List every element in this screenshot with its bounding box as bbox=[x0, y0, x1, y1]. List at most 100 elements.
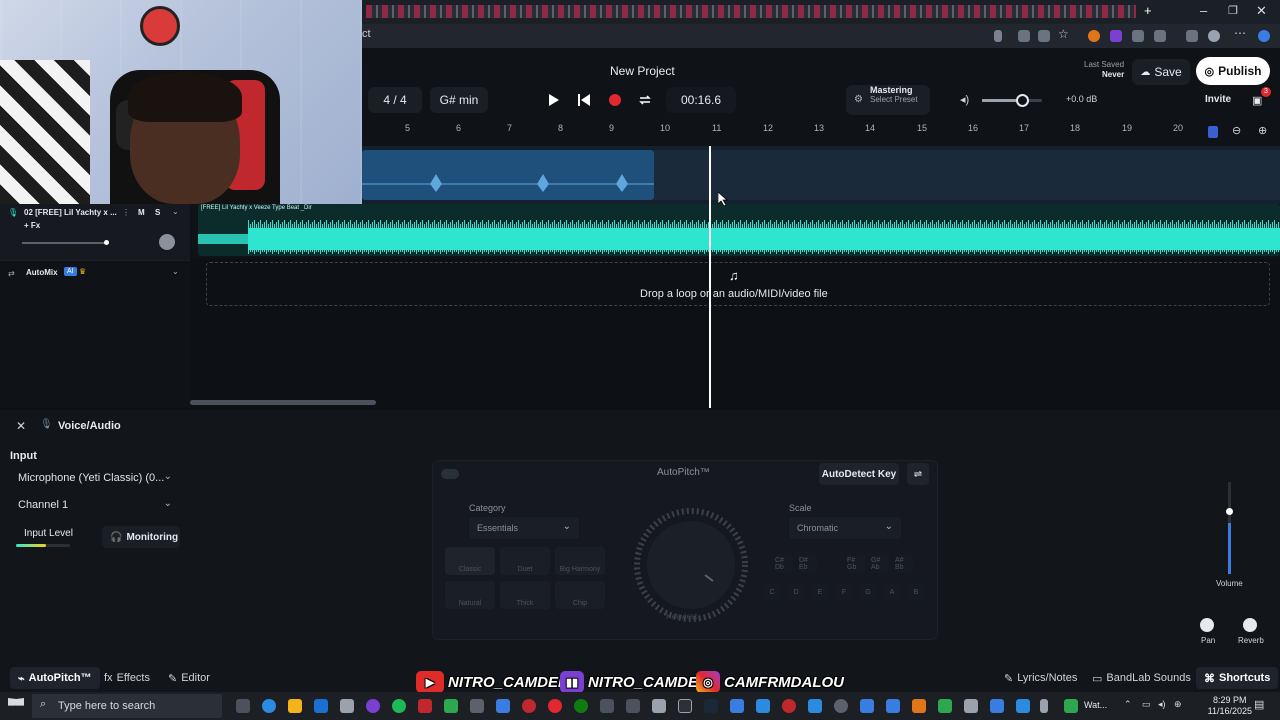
timeline-ruler[interactable]: 5 6 7 8 9 10 11 12 13 14 15 16 17 18 19 … bbox=[362, 120, 1280, 146]
zoom-out-icon[interactable]: ⊖ bbox=[1232, 124, 1241, 137]
maximize-icon[interactable]: ❐ bbox=[1228, 4, 1238, 17]
speaker-icon[interactable]: ◂) bbox=[960, 93, 969, 106]
edge-icon[interactable] bbox=[262, 699, 276, 713]
app-icon[interactable] bbox=[756, 699, 770, 713]
app-icon[interactable] bbox=[834, 699, 848, 713]
more-menu-icon[interactable]: ⋯ bbox=[1234, 26, 1246, 40]
audio-clip[interactable]: [FREE] Lil Yachty x Veeze Type Beat _Dir bbox=[198, 204, 1280, 256]
effect-preset-chip[interactable]: Chip bbox=[555, 581, 605, 609]
tab-shortcuts[interactable]: ⌘ Shortcuts bbox=[1196, 667, 1279, 689]
tab-effects[interactable]: fx Effects bbox=[96, 667, 158, 689]
effect-preset-duet[interactable]: Duet bbox=[500, 547, 550, 575]
star-icon[interactable]: ☆ bbox=[1058, 27, 1070, 41]
chevron-up-icon[interactable]: ⌃ bbox=[1124, 699, 1132, 710]
spotify-icon[interactable] bbox=[392, 699, 406, 713]
app-icon[interactable] bbox=[1016, 699, 1030, 713]
profile-avatar[interactable] bbox=[1208, 30, 1220, 42]
scale-key[interactable]: A bbox=[883, 583, 901, 601]
taskbar-clock[interactable]: 8:29 PM 11/16/2025 bbox=[1208, 695, 1252, 717]
file-explorer-icon[interactable] bbox=[288, 699, 302, 713]
network-icon[interactable]: ▭ bbox=[1142, 699, 1151, 710]
project-title[interactable]: New Project bbox=[610, 64, 675, 78]
playhead[interactable] bbox=[709, 146, 711, 408]
scale-select[interactable]: Chromatic ⌄ bbox=[789, 517, 901, 539]
add-fx-button[interactable]: + Fx bbox=[24, 221, 40, 230]
whatsapp-icon[interactable] bbox=[1064, 699, 1078, 713]
browser-address-bar[interactable]: ct ☆ ⋯ bbox=[362, 24, 1280, 48]
app-icon[interactable] bbox=[1040, 699, 1048, 713]
zoom-in-icon[interactable]: ⊕ bbox=[1258, 124, 1267, 137]
effect-preset-thick[interactable]: Thick bbox=[500, 581, 550, 609]
scale-key[interactable]: F bbox=[835, 583, 853, 601]
scale-key[interactable]: G bbox=[859, 583, 877, 601]
mic-icon[interactable] bbox=[994, 30, 1002, 42]
extension-icon[interactable] bbox=[1132, 30, 1144, 42]
effect-preset-big-harmony[interactable]: Big Harmony bbox=[555, 547, 605, 575]
scale-key[interactable]: E bbox=[811, 583, 829, 601]
browser-tab-strip[interactable]: + – ❐ ✕ bbox=[362, 0, 1280, 24]
strength-knob[interactable] bbox=[633, 507, 749, 623]
notification-center-icon[interactable]: ▤ bbox=[1254, 698, 1264, 711]
scale-key[interactable]: C bbox=[763, 583, 781, 601]
autopitch-toggle[interactable] bbox=[441, 469, 459, 479]
play-icon[interactable] bbox=[546, 91, 562, 109]
active-app-label[interactable]: Wat... bbox=[1084, 700, 1107, 710]
app-icon[interactable] bbox=[782, 699, 796, 713]
solo-button[interactable]: S bbox=[155, 208, 160, 217]
extension-icon[interactable] bbox=[1154, 30, 1166, 42]
new-tab-icon[interactable]: + bbox=[1144, 3, 1152, 18]
app-icon[interactable] bbox=[418, 699, 432, 713]
tab-autopitch[interactable]: ⌁ AutoPitch™ bbox=[10, 667, 100, 689]
automix-row[interactable]: ⇄ AutoMix AI ♛ ⌄ bbox=[0, 260, 190, 286]
app-icon[interactable] bbox=[444, 699, 458, 713]
drop-zone[interactable]: ♫ Drop a loop or an audio/MIDI/video fil… bbox=[206, 262, 1270, 306]
outlook-icon[interactable] bbox=[314, 699, 328, 713]
save-button[interactable]: ☁ Save bbox=[1132, 59, 1190, 85]
scale-key[interactable]: F# Gb bbox=[847, 555, 865, 573]
browser-tabs[interactable] bbox=[366, 5, 1136, 18]
notifications-icon[interactable]: ▣ bbox=[1252, 94, 1262, 107]
app-icon[interactable] bbox=[470, 699, 484, 713]
channel-select[interactable]: Channel 1 ⌄ bbox=[10, 494, 180, 516]
extension-icon[interactable] bbox=[1038, 30, 1050, 42]
category-select[interactable]: Essentials ⌄ bbox=[469, 517, 579, 539]
app-icon[interactable] bbox=[600, 699, 614, 713]
reverb-knob[interactable] bbox=[1243, 618, 1257, 632]
scale-key[interactable]: D bbox=[787, 583, 805, 601]
app-icon[interactable] bbox=[808, 699, 822, 713]
loop-icon[interactable] bbox=[636, 91, 654, 109]
steam-icon[interactable] bbox=[704, 699, 718, 713]
effect-preset-natural[interactable]: Natural bbox=[445, 581, 495, 609]
horizontal-scrollbar[interactable] bbox=[190, 400, 376, 405]
input-device-select[interactable]: Microphone (Yeti Classic) (0... ⌄ bbox=[10, 467, 180, 489]
settings-sliders-icon[interactable]: ⇌ bbox=[907, 463, 929, 485]
volume-icon[interactable]: ◂) bbox=[1158, 699, 1166, 710]
scale-key[interactable]: C# Db bbox=[775, 555, 793, 573]
pan-knob[interactable] bbox=[159, 234, 175, 250]
favorites-icon[interactable] bbox=[1186, 30, 1198, 42]
app-icon[interactable] bbox=[548, 699, 562, 713]
key-button[interactable]: G# min bbox=[430, 87, 488, 113]
close-icon[interactable]: ✕ bbox=[16, 419, 26, 433]
scale-key[interactable]: D# Eb bbox=[799, 555, 817, 573]
app-icon[interactable] bbox=[990, 699, 1004, 713]
app-icon[interactable] bbox=[522, 699, 536, 713]
app-icon[interactable] bbox=[496, 699, 510, 713]
app-icon[interactable] bbox=[652, 699, 666, 713]
master-volume-slider[interactable] bbox=[982, 94, 1042, 107]
time-signature-button[interactable]: 4 / 4 bbox=[368, 87, 422, 113]
xbox-icon[interactable] bbox=[574, 699, 588, 713]
twitch-extension-icon[interactable] bbox=[1110, 30, 1122, 42]
tab-bandlab-sounds[interactable]: ▭ BandLab Sounds bbox=[1084, 667, 1199, 689]
tab-lyrics-notes[interactable]: ✎ Lyrics/Notes bbox=[996, 667, 1085, 689]
chevron-down-icon[interactable]: ⌄ bbox=[172, 207, 179, 216]
app-icon[interactable] bbox=[886, 699, 900, 713]
url-text[interactable]: ct bbox=[362, 28, 371, 40]
autodetect-key-button[interactable]: AutoDetect Key bbox=[819, 463, 899, 485]
effect-preset-classic[interactable]: Classic bbox=[445, 547, 495, 575]
app-icon[interactable] bbox=[730, 699, 744, 713]
tab-editor[interactable]: ✎ Editor bbox=[160, 667, 218, 689]
scale-key[interactable]: G# Ab bbox=[871, 555, 889, 573]
app-icon[interactable] bbox=[860, 699, 874, 713]
publish-button[interactable]: ◎ Publish bbox=[1196, 57, 1270, 85]
